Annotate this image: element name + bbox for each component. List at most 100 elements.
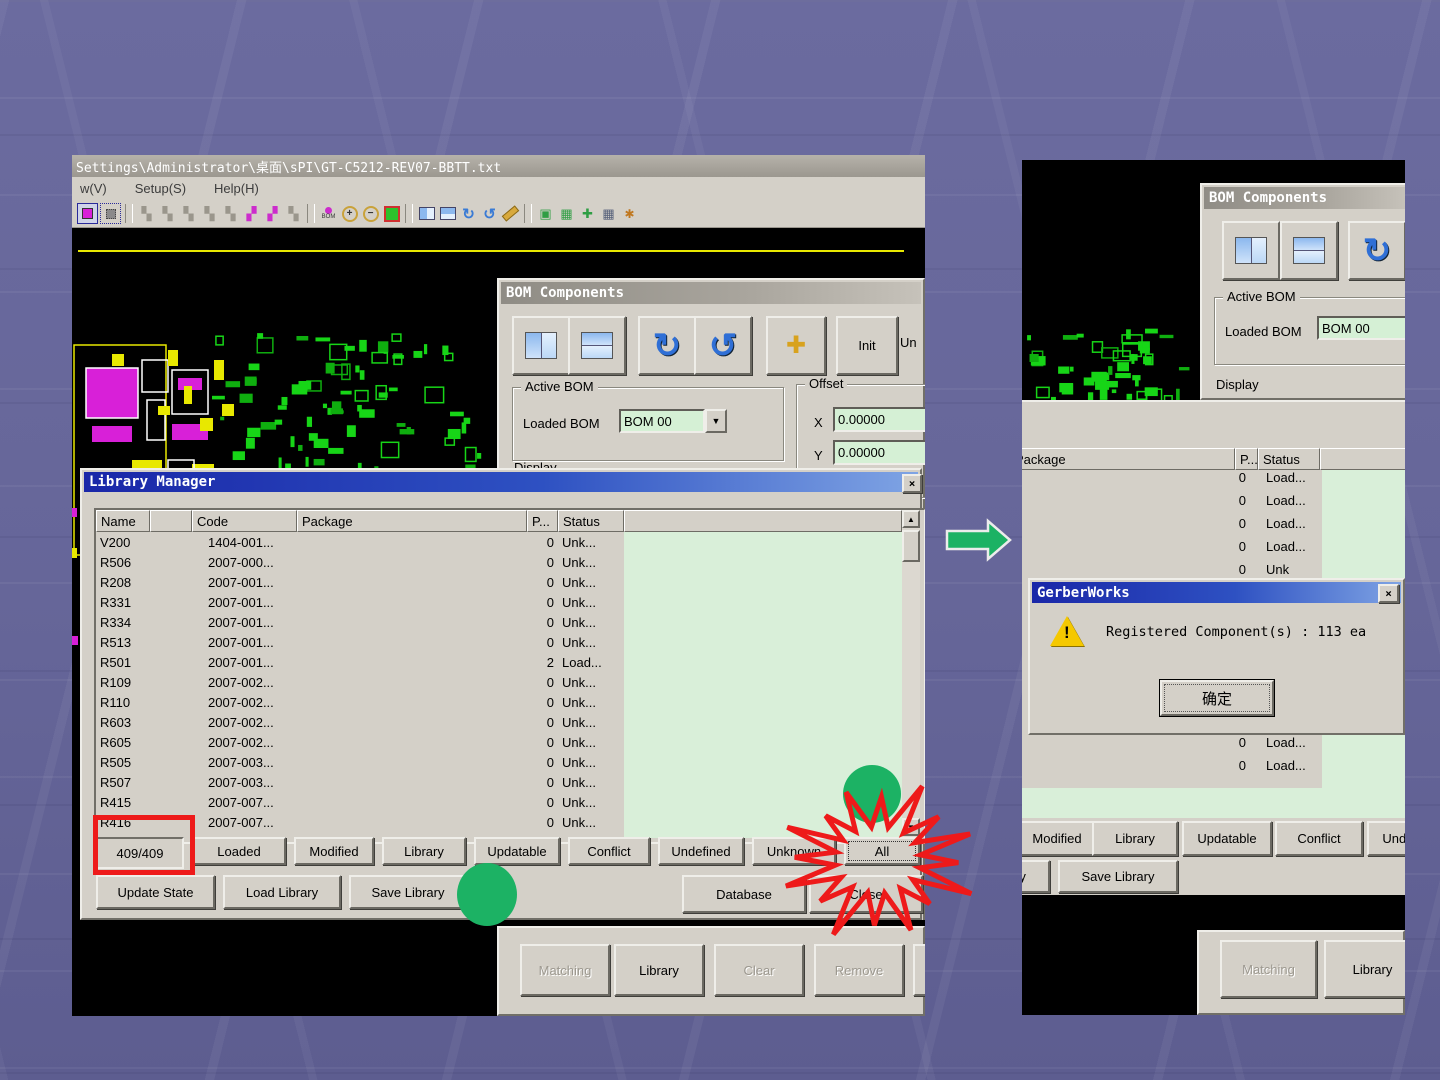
table-row[interactable]: R6032007-002...0Unk... <box>96 712 624 732</box>
column-header-Package[interactable]: Package <box>297 510 527 532</box>
filter-button-updatable[interactable]: Updatable <box>474 837 560 865</box>
mirror-icon[interactable]: ▚ <box>284 204 303 223</box>
button-library[interactable]: Library <box>614 944 704 996</box>
rotate-cw-button[interactable]: ↻ <box>638 316 696 375</box>
bom-icon[interactable]: BOM <box>319 204 338 223</box>
filter-button-conflict[interactable]: Conflict <box>568 837 650 865</box>
column-header-blank[interactable] <box>624 510 902 532</box>
settings-icon[interactable]: ✱ <box>620 204 639 223</box>
table-row[interactable]: R3312007-001...0Unk... <box>96 592 624 612</box>
scroll-down-button[interactable]: ▼ <box>902 818 920 836</box>
button-save-library[interactable]: Save Library <box>349 875 467 909</box>
close-icon[interactable]: × <box>902 474 922 493</box>
button-save-library[interactable]: Save Library <box>1058 860 1178 893</box>
move-button[interactable]: ✚ <box>766 316 826 375</box>
column-header-Package[interactable]: Package <box>1022 448 1235 470</box>
column-header-Code[interactable]: Code <box>192 510 297 532</box>
table-row[interactable]: V2001404-001...0Unk... <box>96 532 624 552</box>
table-row[interactable]: 0Load... <box>1022 516 1322 539</box>
menu-item-setups[interactable]: Setup(S) <box>135 181 186 196</box>
table-row[interactable]: 0Load... <box>1022 539 1322 562</box>
table-row[interactable]: R1092007-002...0Unk... <box>96 672 624 692</box>
table-row[interactable]: R1102007-002...0Unk... <box>96 692 624 712</box>
button-matching[interactable]: Matching <box>520 944 610 996</box>
button-update-state[interactable]: Update State <box>96 875 215 909</box>
button-remove[interactable]: Remove <box>814 944 904 996</box>
zoom-in-icon[interactable]: + <box>340 204 359 223</box>
table-row[interactable]: R3342007-001...0Unk... <box>96 612 624 632</box>
column-header-Status[interactable]: Status <box>558 510 624 532</box>
next-icon[interactable]: ▚ <box>179 204 198 223</box>
filter-button-unknown[interactable]: Unknown <box>752 837 836 865</box>
scroll-thumb[interactable] <box>902 530 920 562</box>
split-horizontal-button[interactable] <box>568 316 626 375</box>
pan-icon[interactable]: ▚ <box>137 204 156 223</box>
button-load-library[interactable]: Load Library <box>223 875 341 909</box>
close-button[interactable]: Close <box>809 875 923 913</box>
loaded-bom-select[interactable]: BOM 00 <box>619 409 705 433</box>
database-button[interactable]: Database <box>682 875 806 913</box>
scroll-up-button[interactable]: ▲ <box>902 510 920 528</box>
loaded-bom-select[interactable]: BOM 00 <box>1317 316 1405 340</box>
table-row[interactable]: R4152007-007...0Unk... <box>96 792 624 812</box>
button-clear[interactable]: Clear <box>714 944 804 996</box>
cluster-icon[interactable]: ▞ <box>242 204 261 223</box>
filter-button-undefined[interactable]: Undefined <box>1367 821 1405 856</box>
zoom-out-icon[interactable]: − <box>361 204 380 223</box>
vertical-scrollbar[interactable]: ▲▼ <box>902 510 920 838</box>
column-header-P...[interactable]: P... <box>527 510 558 532</box>
origin-icon[interactable] <box>100 203 121 224</box>
table-row[interactable]: R5132007-001...0Unk... <box>96 632 624 652</box>
init-button[interactable]: Init <box>836 316 898 375</box>
filter-button-loaded[interactable]: Loaded <box>192 837 286 865</box>
button-clipped[interactable] <box>913 944 925 996</box>
rotate-cw-icon[interactable]: ↻ <box>459 204 478 223</box>
filter-button-modified[interactable]: Modified <box>294 837 374 865</box>
close-icon[interactable]: × <box>1378 584 1399 603</box>
table-row[interactable]: 0Load... <box>1022 470 1322 493</box>
rotate-cw-button[interactable]: ↻ <box>1348 221 1405 280</box>
button-library[interactable]: Library <box>1022 860 1050 893</box>
ok-button[interactable]: 确定 <box>1160 680 1274 716</box>
table-row[interactable]: R5012007-001...2Load... <box>96 652 624 672</box>
select-icon[interactable] <box>77 203 98 224</box>
zoom-fit-icon[interactable] <box>382 204 401 223</box>
locate-icon[interactable]: ▣ <box>536 204 555 223</box>
column-header-Status[interactable]: Status <box>1258 448 1320 470</box>
button-library[interactable]: Library <box>1324 940 1405 998</box>
filter-button-updatable[interactable]: Updatable <box>1182 821 1272 856</box>
pick-icon[interactable]: ▚ <box>221 204 240 223</box>
split-horizontal-icon[interactable] <box>438 204 457 223</box>
split-horizontal-button[interactable] <box>1280 221 1338 280</box>
split-vertical-icon[interactable] <box>417 204 436 223</box>
rotate-ccw-icon[interactable]: ↺ <box>480 204 499 223</box>
prev-icon[interactable]: ▚ <box>158 204 177 223</box>
component-table[interactable]: Name CodePackageP...StatusV2001404-001...… <box>94 508 925 844</box>
sheet-icon[interactable]: ▦ <box>599 204 618 223</box>
table-row[interactable]: 0Load... <box>1022 493 1322 516</box>
match-icon[interactable]: ▞ <box>263 204 282 223</box>
column-header-P...[interactable]: P... <box>1235 448 1258 470</box>
table-row[interactable]: R5072007-003...0Unk... <box>96 772 624 792</box>
table-row[interactable]: 0Load... <box>1022 758 1322 781</box>
table-row[interactable]: R6052007-002...0Unk... <box>96 732 624 752</box>
column-header-blank[interactable] <box>150 510 192 532</box>
filter-button-library[interactable]: Library <box>382 837 466 865</box>
filter-button-undefined[interactable]: Undefined <box>658 837 744 865</box>
table-row[interactable]: R5062007-000...0Unk... <box>96 552 624 572</box>
filter-button-library[interactable]: Library <box>1092 821 1178 856</box>
rotate-ccw-button[interactable]: ↺ <box>694 316 752 375</box>
column-header-blank[interactable] <box>1320 448 1405 470</box>
menu-item-helph[interactable]: Help(H) <box>214 181 259 196</box>
button-matching[interactable]: Matching <box>1220 940 1317 998</box>
table-row[interactable]: 0Load... <box>1022 735 1322 758</box>
offset-y-field[interactable]: 0.00000 <box>833 440 925 465</box>
group-icon[interactable]: ▚ <box>200 204 219 223</box>
measure-icon[interactable] <box>501 204 520 223</box>
column-header-Name[interactable]: Name <box>96 510 150 532</box>
filter-button-conflict[interactable]: Conflict <box>1275 821 1363 856</box>
split-vertical-button[interactable] <box>512 316 570 375</box>
clipped-button-label[interactable]: Un <box>900 335 917 350</box>
menu-item-wv[interactable]: w(V) <box>80 181 107 196</box>
center-icon[interactable]: ✚ <box>578 204 597 223</box>
